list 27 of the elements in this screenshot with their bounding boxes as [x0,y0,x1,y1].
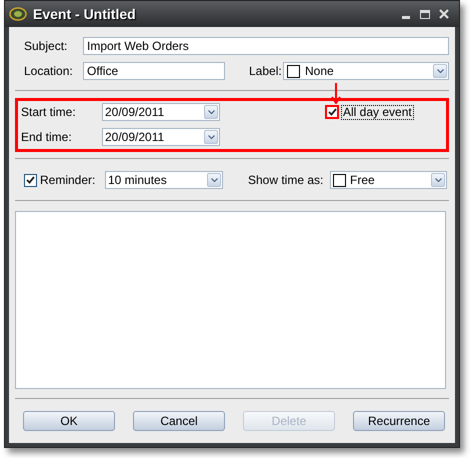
label-dropdown[interactable]: None [283,62,449,80]
field-label: Subject: [24,38,68,55]
checkbox-label[interactable]: All day event [341,104,414,120]
color-swatch-icon [287,64,300,78]
notes-field[interactable] [15,211,446,389]
show-time-dropdown[interactable]: Free [330,171,447,189]
field-label: Label: [249,63,283,80]
dialog-button[interactable]: OK [23,411,115,431]
location-field[interactable]: Office [83,62,225,80]
reminder-dropdown[interactable]: 10 minutes [105,171,223,189]
checkbox[interactable] [24,174,37,186]
color-swatch-icon [333,174,346,186]
close-icon[interactable] [439,9,449,19]
window-title: Event - Untitled [33,4,136,24]
field-label: Start time: [21,104,77,121]
dialog-button[interactable]: Recurrence [353,411,445,431]
checkbox-label[interactable]: Reminder: [40,171,105,189]
field-label: Show time as: [248,172,324,189]
dialog-button[interactable]: Cancel [133,411,225,431]
date-dropdown[interactable]: 20/09/2011 [102,103,220,121]
date-dropdown[interactable]: 20/09/2011 [102,128,220,146]
field-label: End time: [21,129,73,146]
checkbox[interactable] [325,105,339,119]
app-logo-icon [9,7,27,21]
field-label: Location: [24,63,74,80]
subject-field[interactable]: Import Web Orders [83,37,449,55]
maximize-icon[interactable] [420,10,430,18]
